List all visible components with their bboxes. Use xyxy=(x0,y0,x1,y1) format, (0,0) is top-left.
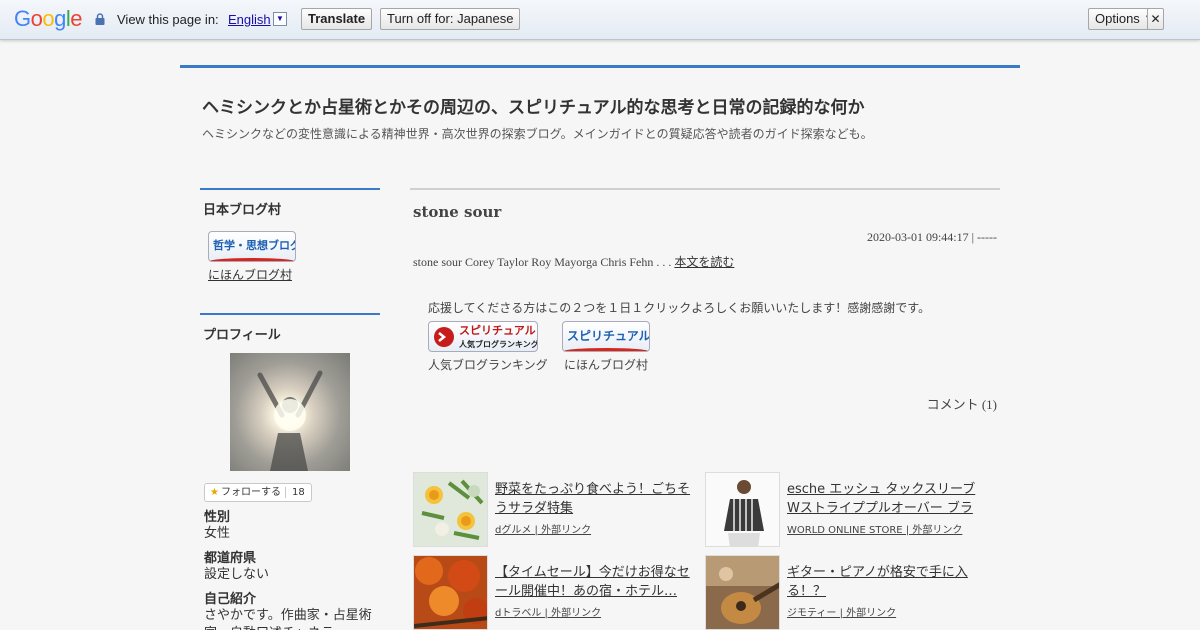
lock-icon xyxy=(95,13,105,25)
banner-text: スピリチュアル xyxy=(459,324,536,337)
avatar-figure xyxy=(257,370,323,471)
ad-title[interactable]: 【タイムセール】今だけお得なセール開催中！あの宿・ホテル… xyxy=(495,563,693,603)
read-more-link[interactable]: 本文を読む xyxy=(674,255,734,269)
translate-button[interactable]: Translate xyxy=(301,8,373,30)
blog-container: ヘミシンクとか占星術とかその周辺の、スピリチュアル的な思考と日常の記録的な何か … xyxy=(180,65,1020,630)
ad-title[interactable]: ギター・ピアノが格安で手に入る！？ xyxy=(787,563,985,603)
philosophy-blog-banner[interactable]: 哲学・思想ブログ xyxy=(208,231,296,262)
ad-title[interactable]: 野菜をたっぷり食べよう！ごちそうサラダ特集 xyxy=(495,480,693,520)
view-page-label: View this page in: xyxy=(117,12,219,27)
post-title[interactable]: stone sour xyxy=(413,203,501,221)
translate-bar: Google View this page in: English ▼ Tran… xyxy=(0,0,1200,40)
fashion-image xyxy=(706,473,779,546)
excerpt-text: stone sour Corey Taylor Roy Mayorga Chri… xyxy=(413,255,675,269)
comment-link[interactable]: コメント (1) xyxy=(927,394,997,413)
ad-title[interactable]: esche エッシュ タックスリーブWストライププルオーバー ブラック(… xyxy=(787,480,985,520)
banner-subtext: 人気ブログランキング xyxy=(459,340,538,349)
logo-letter: e xyxy=(70,6,83,31)
post-excerpt: stone sour Corey Taylor Roy Mayorga Chri… xyxy=(413,253,734,270)
logo-letter: g xyxy=(54,6,66,31)
sidebar: 日本ブログ村 哲学・思想ブログ にほんブログ村 プロフィール ★ フォローする … xyxy=(200,188,380,630)
profile-label: 性別 xyxy=(204,510,231,525)
banner-decoration xyxy=(209,258,295,261)
profile-box: プロフィール ★ フォローする 18 性別 女性 都道府県 設定しない 自己紹介 さ… xyxy=(200,313,380,630)
ad-thumbnail[interactable] xyxy=(705,555,780,630)
ad-source[interactable]: dグルメ | 外部リンク xyxy=(495,521,591,536)
banner-text: スピリチュアル xyxy=(567,329,650,343)
profile-value: 設定しない xyxy=(204,567,270,582)
post-date: 2020-03-01 09:44:17 | ----- xyxy=(866,230,997,244)
logo-letter: o xyxy=(30,6,43,31)
logo-letter: o xyxy=(42,6,55,31)
profile-heading: プロフィール xyxy=(203,328,281,343)
ad-source[interactable]: WORLD ONLINE STORE | 外部リンク xyxy=(787,521,962,536)
ad-source[interactable]: ジモティー | 外部リンク xyxy=(787,604,896,619)
banner-text: 哲学・思想ブログ xyxy=(213,239,296,252)
ranking-logo-icon xyxy=(434,327,454,347)
nihon-blog-village-link[interactable]: にほんブログ村 xyxy=(208,266,380,283)
logo-letter: G xyxy=(14,6,31,31)
ranking-banner-label[interactable]: 人気ブログランキング xyxy=(428,356,548,373)
support-message: 応援してくださる方はこの２つを１日１クリックよろしくお願いいたします！感謝感謝で… xyxy=(428,301,931,315)
salad-image xyxy=(414,473,487,546)
ad-thumbnail[interactable] xyxy=(413,472,488,547)
follow-label: フォローする xyxy=(220,487,281,498)
ranking-banner[interactable]: スピリチュアル 人気ブログランキング xyxy=(428,321,538,356)
blog-village-heading: 日本ブログ村 xyxy=(203,203,282,218)
language-select[interactable]: English xyxy=(228,12,271,27)
village-banner-label[interactable]: にほんブログ村 xyxy=(564,356,648,373)
ad-thumbnail[interactable] xyxy=(705,472,780,547)
village-banner-image: スピリチュアル xyxy=(562,321,650,352)
main-content: stone sour 2020-03-01 09:44:17 | ----- s… xyxy=(410,188,1000,630)
blog-village-box: 日本ブログ村 哲学・思想ブログ にほんブログ村 xyxy=(200,188,380,283)
follow-count: 18 xyxy=(284,487,311,498)
profile-value: さやかです。作曲家・占星術家・自動口述チャネラー xyxy=(204,608,372,630)
banner-decoration xyxy=(563,348,649,351)
ad-item[interactable]: 野菜をたっぷり食べよう！ごちそうサラダ特集 dグルメ | 外部リンク xyxy=(413,472,698,547)
star-icon: ★ xyxy=(210,487,219,498)
language-dropdown-icon[interactable]: ▼ xyxy=(273,12,287,26)
turn-off-button[interactable]: Turn off for: Japanese xyxy=(380,8,521,30)
ranking-banner-image: スピリチュアル 人気ブログランキング xyxy=(428,321,538,352)
ad-source[interactable]: dトラベル | 外部リンク xyxy=(495,604,601,619)
profile-label: 都道府県 xyxy=(204,551,257,566)
guitar-image xyxy=(706,556,779,629)
ad-item[interactable]: ギター・ピアノが格安で手に入る！？ ジモティー | 外部リンク xyxy=(705,555,990,630)
ad-item[interactable]: 【タイムセール】今だけお得なセール開催中！あの宿・ホテル… dトラベル | 外部… xyxy=(413,555,698,630)
ad-item[interactable]: esche エッシュ タックスリーブWストライププルオーバー ブラック(… WO… xyxy=(705,472,990,547)
village-banner[interactable]: スピリチュアル xyxy=(562,321,650,356)
ad-thumbnail[interactable] xyxy=(413,555,488,630)
profile-value: 女性 xyxy=(204,526,231,541)
autumn-leaves-image xyxy=(414,556,487,629)
avatar xyxy=(230,353,350,471)
profile-label: 自己紹介 xyxy=(204,592,257,607)
google-logo: Google xyxy=(14,6,83,32)
blog-title[interactable]: ヘミシンクとか占星術とかその周辺の、スピリチュアル的な思考と日常の記録的な何か xyxy=(202,93,865,118)
close-button[interactable]: ✕ xyxy=(1147,8,1164,30)
follow-button[interactable]: ★ フォローする 18 xyxy=(204,483,312,502)
blog-description: ヘミシンクなどの変性意識による精神世界・高次世界の探索ブログ。メインガイドとの質… xyxy=(202,127,873,141)
